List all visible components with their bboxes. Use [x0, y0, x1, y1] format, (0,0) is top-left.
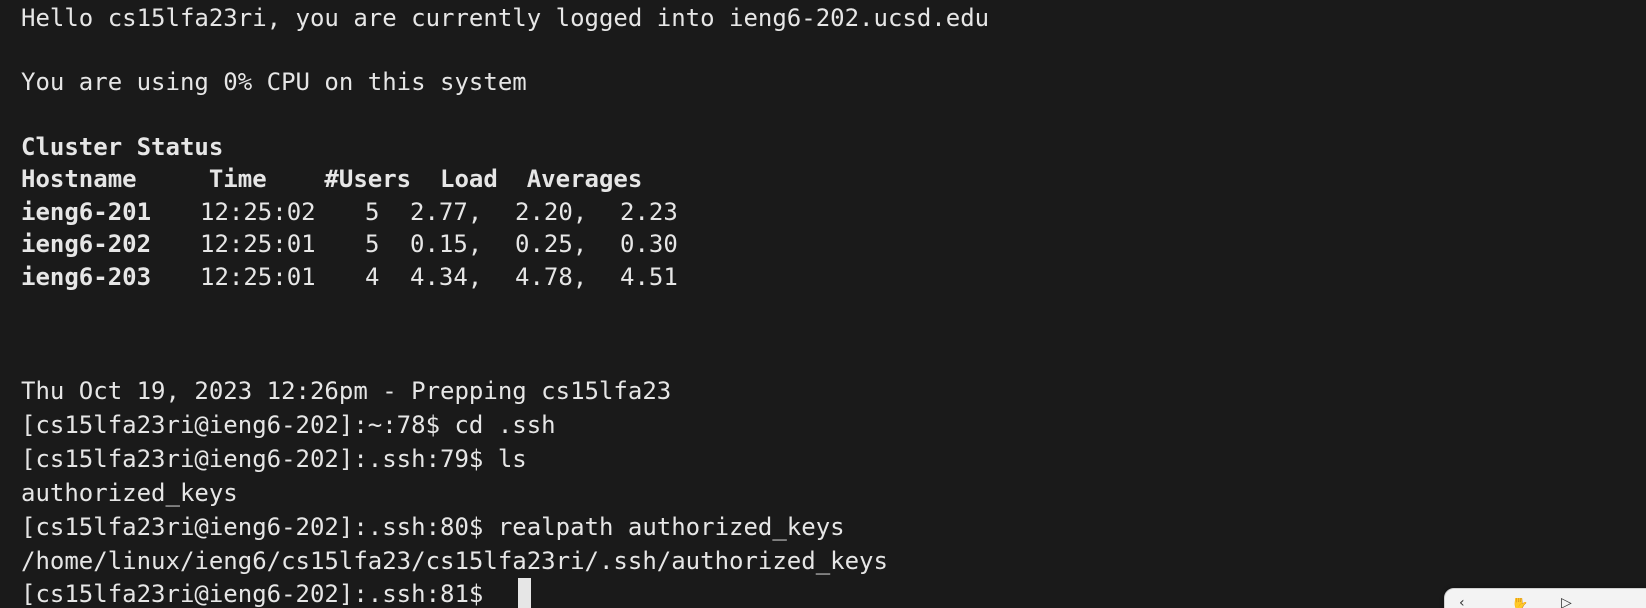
row-users: 4: [365, 263, 380, 291]
row-hostname: ieng6-201: [21, 198, 152, 226]
row-hostname: ieng6-203: [21, 263, 152, 291]
history-line: authorized_keys: [21, 479, 238, 507]
row-hostname: ieng6-202: [21, 230, 152, 258]
row-load1: 4.34,: [410, 263, 483, 291]
row-load15: 2.23: [620, 198, 678, 226]
play-icon[interactable]: ▷: [1561, 598, 1579, 608]
row-time: 12:25:01: [200, 263, 316, 291]
row-time: 12:25:01: [200, 230, 316, 258]
floating-toolbar[interactable]: ‹ ✋ ▷: [1444, 588, 1646, 608]
current-prompt[interactable]: [cs15lfa23ri@ieng6-202]:.ssh:81$: [21, 577, 498, 608]
row-load1: 2.77,: [410, 198, 483, 226]
greeting-line: Hello cs15lfa23ri, you are currently log…: [21, 4, 990, 32]
cluster-status-title: Cluster Status: [21, 133, 224, 161]
history-line: [cs15lfa23ri@ieng6-202]:.ssh:80$ realpat…: [21, 513, 845, 541]
history-line: /home/linux/ieng6/cs15lfa23/cs15lfa23ri/…: [21, 547, 888, 575]
cpu-usage-line: You are using 0% CPU on this system: [21, 68, 527, 96]
history-line: [cs15lfa23ri@ieng6-202]:~:78$ cd .ssh: [21, 411, 556, 439]
text-cursor: [518, 578, 531, 608]
cluster-table-header: Hostname Time #Users Load Averages: [21, 165, 643, 193]
row-users: 5: [365, 198, 380, 226]
row-load5: 2.20,: [515, 198, 588, 226]
row-load5: 0.25,: [515, 230, 588, 258]
hand-icon[interactable]: ✋: [1511, 598, 1529, 608]
chevron-icon[interactable]: ‹: [1459, 598, 1477, 608]
row-load1: 0.15,: [410, 230, 483, 258]
row-load5: 4.78,: [515, 263, 588, 291]
prep-line: Thu Oct 19, 2023 12:26pm - Prepping cs15…: [21, 377, 672, 405]
terminal-window[interactable]: Hello cs15lfa23ri, you are currently log…: [0, 0, 1646, 608]
row-users: 5: [365, 230, 380, 258]
history-line: [cs15lfa23ri@ieng6-202]:.ssh:79$ ls: [21, 445, 527, 473]
row-time: 12:25:02: [200, 198, 316, 226]
row-load15: 4.51: [620, 263, 678, 291]
row-load15: 0.30: [620, 230, 678, 258]
